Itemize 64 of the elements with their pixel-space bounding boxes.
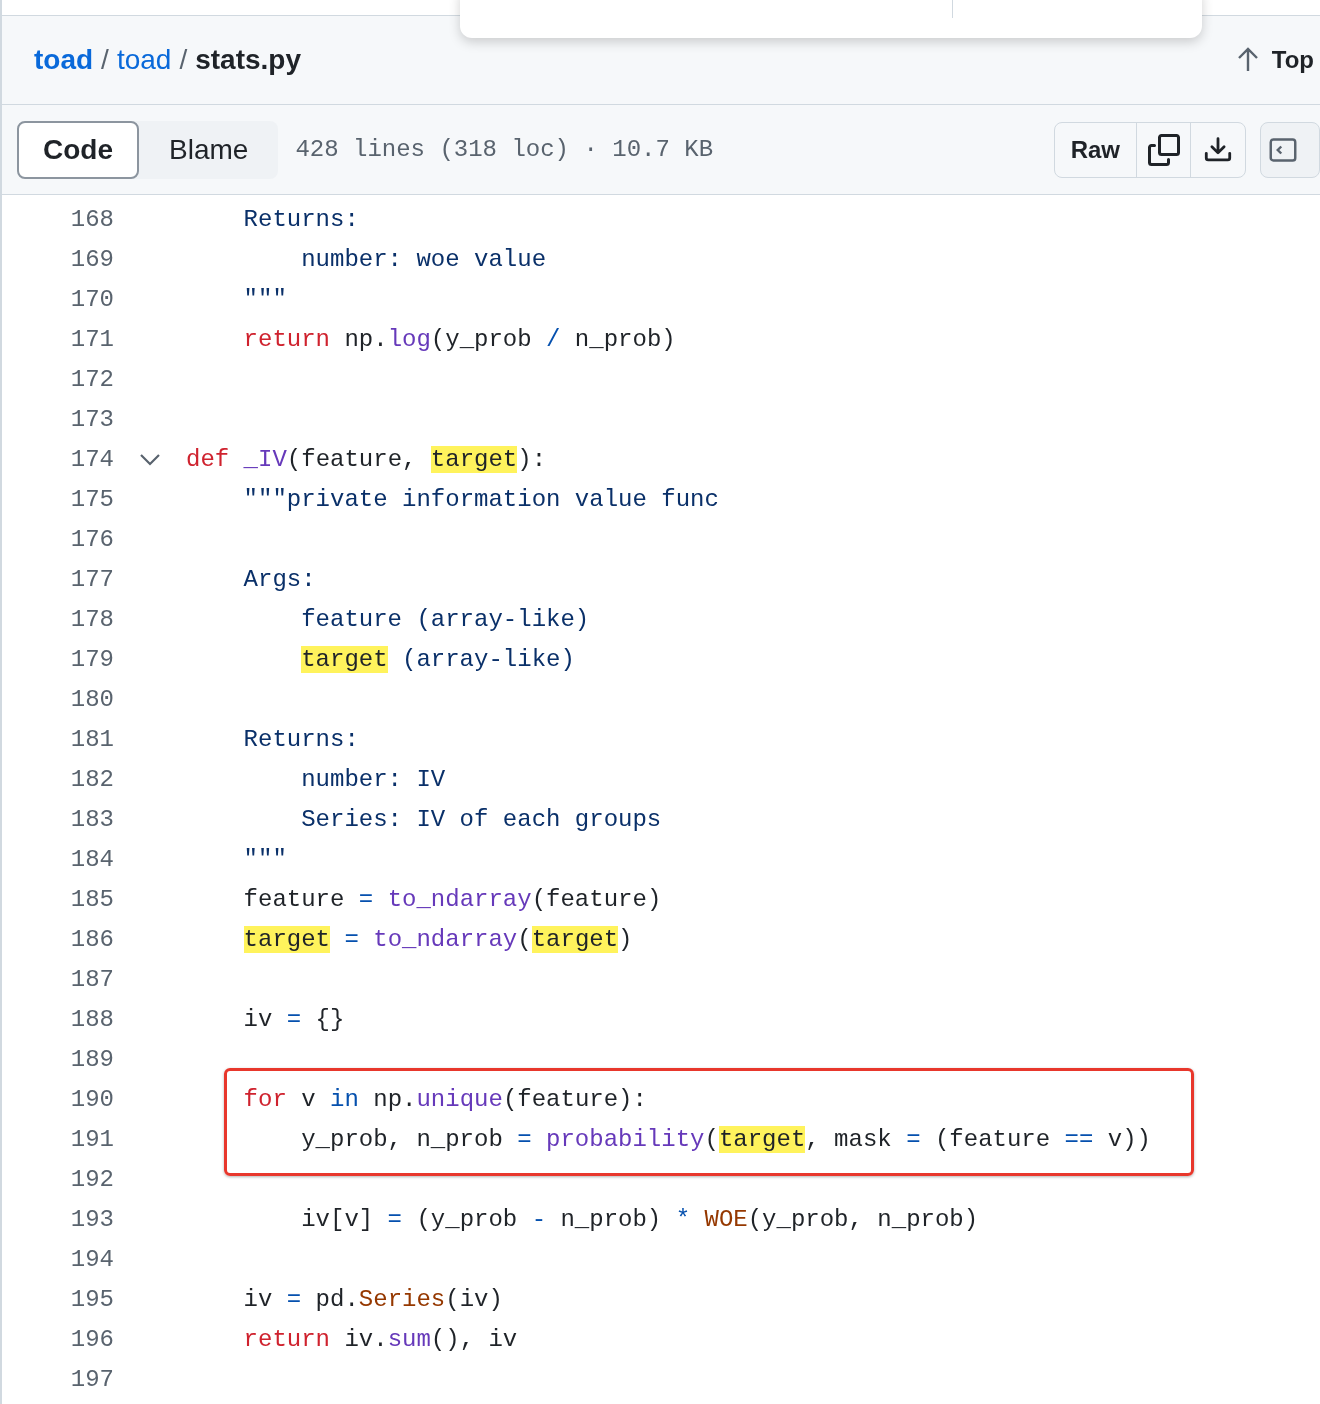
chevron-down-icon[interactable]: [139, 453, 161, 467]
view-tab[interactable]: Blame: [139, 120, 279, 179]
code-line: Returns:: [242, 205, 359, 235]
line-number: 183: [69, 805, 114, 835]
line-number: 175: [69, 485, 114, 515]
file-name: stats.py: [195, 43, 301, 77]
top-link[interactable]: Top: [1235, 42, 1314, 78]
line-number: 191: [69, 1125, 114, 1155]
code-line: iv = pd.Series(iv): [242, 1285, 503, 1315]
code-line: target = to_ndarray(target): [242, 925, 633, 955]
line-number: 178: [69, 605, 114, 635]
view-tab[interactable]: Code: [17, 120, 139, 179]
line-number: 182: [69, 765, 114, 795]
path-separator: /: [101, 43, 109, 77]
line-number: 168: [69, 205, 114, 235]
code-line: iv[v] = (y_prob - n_prob) * WOE(y_prob, n_prob): [300, 1205, 979, 1235]
file-info: 428 lines (318 loc) · 10.7 KB: [295, 134, 714, 165]
path-separator: /: [179, 43, 188, 77]
line-number: 195: [69, 1285, 114, 1315]
symbols-button[interactable]: [1260, 121, 1320, 178]
code-line: Returns:: [242, 725, 359, 755]
code-line: return np.log(y_prob / n_prob): [242, 325, 676, 355]
code-line: feature (array-like): [300, 605, 590, 635]
line-number: 190: [69, 1085, 114, 1115]
line-number: 176: [69, 525, 114, 555]
code-line: number: IV: [300, 765, 446, 795]
code-line: feature = to_ndarray(feature): [242, 885, 662, 915]
code-line: target (array-like): [300, 645, 575, 675]
code-line: iv = {}: [242, 1005, 345, 1035]
line-number: 169: [69, 245, 114, 275]
line-number: 180: [69, 685, 114, 715]
line-number: 187: [69, 965, 114, 995]
code-line: number: woe value: [300, 245, 547, 275]
breadcrumb-link[interactable]: toad: [34, 39, 94, 81]
code-line: """private information value func: [242, 485, 719, 515]
code-line: Args:: [242, 565, 316, 595]
line-number: 185: [69, 885, 114, 915]
code-panel-icon: [1269, 135, 1297, 164]
code-line: def _IV(feature, target):: [186, 445, 547, 475]
line-number: 179: [69, 645, 114, 675]
line-number: 189: [69, 1045, 114, 1075]
code-line: """: [242, 845, 287, 875]
line-number: 186: [69, 925, 114, 955]
code-line: y_prob, n_prob = probability(target, mask = (feature == v)): [300, 1125, 1151, 1155]
line-number: 194: [69, 1245, 114, 1275]
code-line: return iv.sum(), iv: [242, 1325, 518, 1355]
line-number: 196: [69, 1325, 114, 1355]
line-number: 173: [69, 405, 114, 435]
line-number: 188: [69, 1005, 114, 1035]
line-number: 197: [69, 1365, 114, 1395]
line-number: 171: [69, 325, 114, 355]
line-number: 181: [69, 725, 114, 755]
copy-icon: [1147, 133, 1180, 166]
code-line: Series: IV of each groups: [300, 805, 662, 835]
line-number: 177: [69, 565, 114, 595]
line-number: 184: [69, 845, 114, 875]
code-line: for v in np.unique(feature):: [242, 1085, 647, 1115]
line-number: 174: [69, 445, 114, 475]
line-number: 193: [69, 1205, 114, 1235]
line-number: 172: [69, 365, 114, 395]
line-number: 192: [69, 1165, 114, 1195]
breadcrumb-link[interactable]: toad: [116, 39, 172, 81]
line-number: 170: [69, 285, 114, 315]
code-line: """: [242, 285, 287, 315]
